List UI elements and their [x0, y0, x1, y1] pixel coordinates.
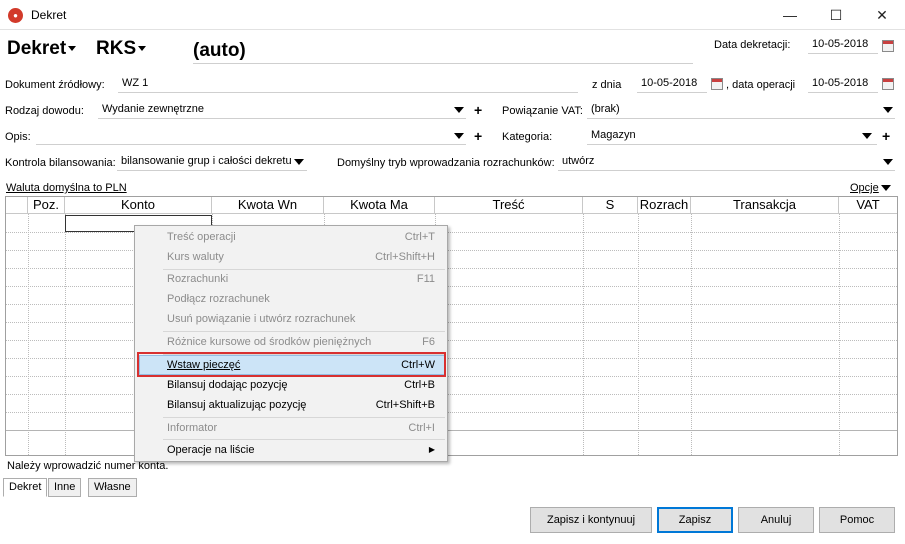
- add-category-button[interactable]: +: [882, 129, 890, 143]
- balance-control-dropdown[interactable]: bilansowanie grup i całości dekretu: [117, 153, 307, 171]
- column-header-settlement[interactable]: Rozrach: [638, 197, 691, 214]
- menu-item-shortcut: Ctrl+T: [404, 231, 435, 243]
- column-header-s[interactable]: S: [583, 197, 638, 214]
- vat-link-label: Powiązanie VAT:: [502, 105, 583, 117]
- tab-inne[interactable]: Inne: [48, 478, 82, 497]
- cancel-button[interactable]: Anuluj: [738, 507, 814, 533]
- save-and-continue-button[interactable]: Zapisz i kontynuuj: [530, 507, 652, 533]
- context-menu: Treść operacji Ctrl+T Kurs waluty Ctrl+S…: [134, 225, 448, 462]
- from-day-field[interactable]: 10-05-2018: [637, 75, 707, 93]
- source-doc-label: Dokument źródłowy:: [5, 79, 105, 91]
- minimize-button[interactable]: —: [767, 0, 813, 30]
- settlement-mode-label: Domyślny tryb wprowadzania rozrachunków:: [337, 157, 555, 169]
- posting-date-label: Data dekretacji:: [714, 39, 791, 51]
- add-description-button[interactable]: +: [474, 129, 482, 143]
- column-header-credit[interactable]: Kwota Ma: [324, 197, 435, 214]
- balance-control-label: Kontrola bilansowania:: [5, 157, 116, 169]
- menu-item-label: Kurs waluty: [167, 251, 224, 263]
- menu-item-label: Informator: [167, 422, 218, 434]
- description-label: Opis:: [5, 131, 31, 143]
- menu-item-label: Bilansuj aktualizując pozycję: [167, 399, 307, 411]
- row-selector-header: [6, 197, 28, 214]
- options-label: Opcje: [850, 182, 879, 194]
- chevron-down-icon[interactable]: [294, 159, 304, 165]
- document-number: (auto): [193, 40, 246, 61]
- chevron-down-icon: [880, 185, 891, 192]
- operation-date-label: , data operacji: [726, 79, 796, 91]
- settlement-mode-dropdown[interactable]: utwórz: [558, 153, 895, 171]
- menu-item-label: Bilansuj dodając pozycję: [167, 379, 288, 391]
- category-label: Kategoria:: [502, 131, 553, 143]
- menu-item-balance-add[interactable]: Bilansuj dodając pozycję Ctrl+B: [137, 375, 445, 395]
- menu-item-label: Różnice kursowe od środków pieniężnych: [167, 336, 372, 348]
- menu-item-shortcut: F11: [416, 273, 435, 285]
- column-header-position[interactable]: Poz.: [28, 197, 65, 214]
- calendar-icon[interactable]: [882, 78, 894, 90]
- column-header-transaction[interactable]: Transakcja: [691, 197, 839, 214]
- menu-item-label: Rozrachunki: [167, 273, 229, 285]
- column-header-debit[interactable]: Kwota Wn: [212, 197, 324, 214]
- column-header-content[interactable]: Treść: [435, 197, 583, 214]
- menu-item-shortcut: Ctrl+Shift+H: [375, 251, 435, 263]
- source-doc-field[interactable]: WZ 1: [118, 75, 578, 93]
- save-button[interactable]: Zapisz: [657, 507, 733, 533]
- window-title: Dekret: [31, 8, 67, 22]
- caret-down-icon: [138, 46, 147, 52]
- doc-type-label: Dekret: [7, 38, 67, 59]
- menu-item-label: Operacje na liście: [167, 444, 255, 456]
- app-logo-icon: ●: [8, 8, 23, 23]
- menu-item-exchange-rate[interactable]: Kurs waluty Ctrl+Shift+H: [137, 247, 445, 267]
- menu-item-shortcut: F6: [422, 336, 435, 348]
- column-header-account[interactable]: Konto: [65, 197, 212, 214]
- calendar-icon[interactable]: [882, 40, 894, 52]
- operation-date-field[interactable]: 10-05-2018: [808, 75, 878, 93]
- menu-item-settlements[interactable]: Rozrachunki F11: [137, 269, 445, 289]
- description-field[interactable]: [36, 127, 466, 145]
- calendar-icon[interactable]: [711, 78, 723, 90]
- title-bar: ● Dekret — ☐ ✕: [0, 0, 905, 30]
- menu-item-operation-content[interactable]: Treść operacji Ctrl+T: [137, 227, 445, 247]
- tab-dekret[interactable]: Dekret: [3, 478, 48, 497]
- highlight-callout-frame: [137, 352, 446, 377]
- help-button[interactable]: Pomoc: [819, 507, 895, 533]
- menu-item-exchange-differences[interactable]: Różnice kursowe od środków pieniężnych F…: [137, 332, 445, 352]
- category-dropdown[interactable]: Magazyn: [587, 127, 877, 145]
- chevron-down-icon[interactable]: [454, 133, 464, 139]
- journal-label: RKS: [96, 38, 137, 59]
- chevron-down-icon[interactable]: [454, 107, 464, 113]
- menu-item-remove-link-create-settlement[interactable]: Usuń powiązanie i utwórz rozrachunek: [137, 309, 445, 329]
- doc-type-dropdown[interactable]: Dekret: [7, 38, 77, 60]
- menu-item-shortcut: Ctrl+I: [408, 422, 435, 434]
- menu-item-label: Podłącz rozrachunek: [167, 293, 270, 305]
- proof-type-label: Rodzaj dowodu:: [5, 105, 84, 117]
- menu-item-list-operations[interactable]: Operacje na liście ▶: [137, 440, 445, 460]
- from-day-label: z dnia: [592, 79, 622, 91]
- menu-item-label: Treść operacji: [167, 231, 236, 243]
- menu-item-informator[interactable]: Informator Ctrl+I: [137, 418, 445, 438]
- caret-down-icon: [68, 46, 77, 52]
- maximize-button[interactable]: ☐: [813, 0, 859, 30]
- menu-item-balance-update[interactable]: Bilansuj aktualizując pozycję Ctrl+Shift…: [137, 395, 445, 415]
- close-button[interactable]: ✕: [859, 0, 905, 30]
- submenu-arrow-icon: ▶: [428, 445, 435, 454]
- chevron-down-icon[interactable]: [862, 133, 872, 139]
- default-currency-link[interactable]: Waluta domyślna to PLN: [6, 182, 127, 194]
- document-number-field[interactable]: (auto): [193, 40, 693, 64]
- menu-item-label: Usuń powiązanie i utwórz rozrachunek: [167, 313, 356, 325]
- proof-type-dropdown[interactable]: Wydanie zewnętrzne: [98, 101, 466, 119]
- column-header-vat[interactable]: VAT: [839, 197, 897, 214]
- vat-link-dropdown[interactable]: (brak): [587, 101, 895, 119]
- menu-item-shortcut: Ctrl+B: [404, 379, 435, 391]
- chevron-down-icon[interactable]: [883, 159, 893, 165]
- chevron-down-icon[interactable]: [883, 107, 893, 113]
- menu-item-attach-settlement[interactable]: Podłącz rozrachunek: [137, 289, 445, 309]
- tab-wlasne[interactable]: Własne: [88, 478, 137, 497]
- add-proof-type-button[interactable]: +: [474, 103, 482, 117]
- menu-item-shortcut: Ctrl+Shift+B: [375, 399, 435, 411]
- posting-date-field[interactable]: 10-05-2018: [808, 36, 878, 54]
- journal-dropdown[interactable]: RKS: [96, 38, 147, 60]
- options-menu[interactable]: Opcje: [850, 182, 891, 194]
